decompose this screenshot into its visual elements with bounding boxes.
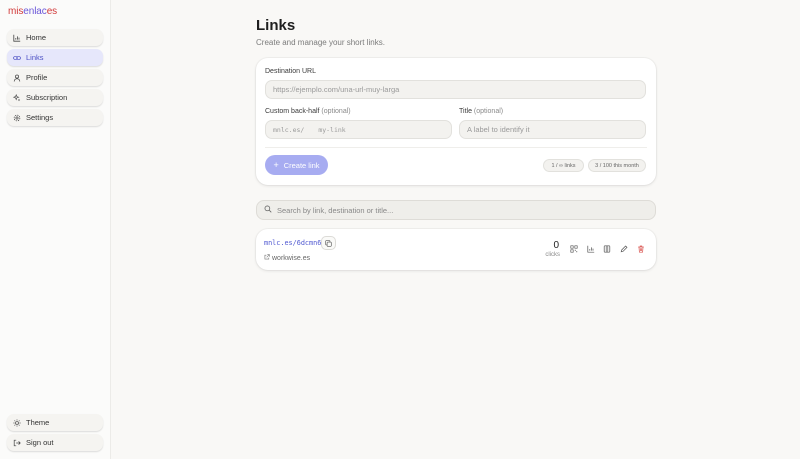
sign-out-button[interactable]: Sign out xyxy=(7,434,103,451)
pencil-icon xyxy=(620,240,628,258)
backhalf-placeholder: my-link xyxy=(318,125,346,134)
sidebar-item-label: Home xyxy=(26,33,47,42)
clicks-label: clicks xyxy=(545,252,560,258)
backhalf-label-text: Custom back-half xyxy=(265,108,320,115)
title-input[interactable]: A label to identify it xyxy=(459,120,646,139)
theme-button[interactable]: Theme xyxy=(7,414,103,431)
brand-logo-part3: es xyxy=(46,6,58,17)
backhalf-input[interactable]: mnlc.es/ my-link xyxy=(265,120,452,139)
title-label: Title (optional) xyxy=(459,108,503,115)
qr-code-icon xyxy=(569,240,578,258)
create-link-card: Destination URL https://ejemplo.com/una-… xyxy=(256,58,656,185)
form-divider xyxy=(265,147,647,148)
page-subtitle: Create and manage your short links. xyxy=(256,38,385,47)
details-button[interactable] xyxy=(602,244,611,253)
edit-button[interactable] xyxy=(619,244,628,253)
trash-icon xyxy=(637,240,645,258)
sidebar-item-subscription[interactable]: Subscription xyxy=(7,89,103,106)
search-input[interactable]: Search by link, destination or title... xyxy=(256,200,656,220)
backhalf-prefix: mnlc.es/ xyxy=(273,125,305,134)
sparkle-icon xyxy=(13,93,21,102)
destination-input[interactable]: https://ejemplo.com/una-url-muy-larga xyxy=(265,80,646,99)
external-link-icon xyxy=(264,254,272,262)
link-icon xyxy=(13,54,21,62)
brand-logo-part1: mis xyxy=(8,6,24,17)
sidebar-item-profile[interactable]: Profile xyxy=(7,69,103,86)
short-url[interactable]: mnlc.es/6dcmn6 xyxy=(264,239,321,247)
sign-out-icon xyxy=(13,439,21,447)
create-link-label: Create link xyxy=(283,160,320,170)
title-label-text: Title xyxy=(459,108,472,115)
search-icon xyxy=(264,205,277,215)
copy-icon xyxy=(325,234,332,252)
links-usage-badge: 1 / ∞ links xyxy=(543,159,584,172)
monthly-usage-badge: 3 / 100 this month xyxy=(588,159,646,172)
sidebar-item-label: Settings xyxy=(26,113,54,122)
stats-button[interactable] xyxy=(586,244,595,253)
theme-label: Theme xyxy=(26,418,50,427)
qr-code-button[interactable] xyxy=(569,244,578,253)
destination-link[interactable]: workwise.es xyxy=(264,254,310,262)
columns-icon xyxy=(603,240,611,258)
link-card: mnlc.es/6dcmn6 workwise.es 0 clicks xyxy=(256,229,656,270)
sidebar-item-label: Profile xyxy=(26,73,48,82)
title-placeholder: A label to identify it xyxy=(467,125,530,134)
user-icon xyxy=(13,74,21,82)
clicks-count: 0 xyxy=(553,240,559,251)
gear-icon xyxy=(13,114,21,122)
brand-logo-part2: enlac xyxy=(23,6,47,17)
search-placeholder: Search by link, destination or title... xyxy=(277,205,394,215)
destination-placeholder: https://ejemplo.com/una-url-muy-larga xyxy=(273,85,400,94)
sidebar-item-label: Links xyxy=(26,53,44,62)
sidebar-item-links[interactable]: Links xyxy=(7,49,103,66)
backhalf-optional: (optional) xyxy=(321,108,351,115)
destination-text: workwise.es xyxy=(272,254,311,262)
sidebar: misenlaces Home Links Profile Subscripti… xyxy=(0,0,111,459)
sidebar-item-home[interactable]: Home xyxy=(7,29,103,46)
page-title: Links xyxy=(256,17,296,34)
plus-icon: + xyxy=(273,160,279,170)
sidebar-item-label: Subscription xyxy=(26,93,68,102)
delete-button[interactable] xyxy=(636,244,645,253)
chart-icon xyxy=(13,34,21,42)
backhalf-label: Custom back-half (optional) xyxy=(265,108,351,115)
create-link-button[interactable]: + Create link xyxy=(265,155,328,175)
destination-label: Destination URL xyxy=(265,68,316,75)
copy-button[interactable] xyxy=(321,236,336,250)
sun-icon xyxy=(13,418,21,427)
brand-logo[interactable]: misenlaces xyxy=(8,6,57,17)
sign-out-label: Sign out xyxy=(26,438,54,447)
chart-icon xyxy=(586,240,595,258)
sidebar-item-settings[interactable]: Settings xyxy=(7,109,103,126)
title-optional: (optional) xyxy=(473,108,504,115)
